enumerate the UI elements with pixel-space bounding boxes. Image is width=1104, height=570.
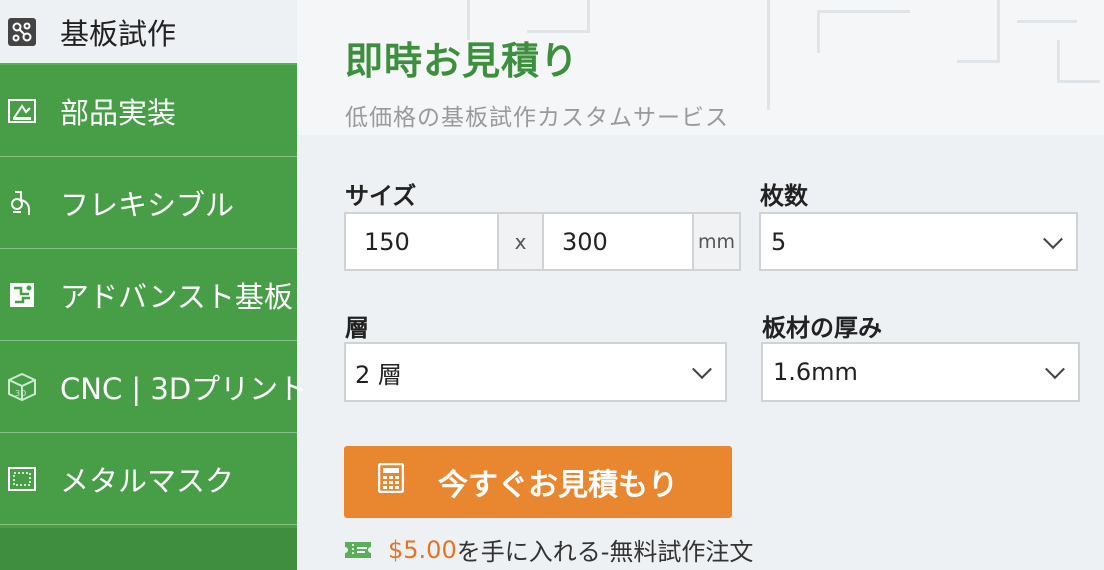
- sidebar-item-advanced-pcb[interactable]: アドバンスト基板: [0, 249, 297, 341]
- coupon-icon: [344, 541, 372, 559]
- thickness-select[interactable]: 1.6mm: [761, 342, 1080, 402]
- sidebar-item-label: メタルマスク: [60, 463, 235, 498]
- height-input[interactable]: 300: [542, 212, 694, 271]
- sidebar-item-pcb-prototype[interactable]: 基板試作: [0, 0, 297, 65]
- advanced-pcb-icon: [6, 279, 38, 311]
- promo-text: を手に入れる-無料試作注文: [456, 538, 754, 566]
- thickness-label: 板材の厚み: [762, 314, 882, 342]
- circuit-icon: [6, 16, 38, 48]
- sidebar-item-assembly[interactable]: 部品実装: [0, 65, 297, 157]
- chevron-down-icon: [1043, 228, 1063, 249]
- promo-link[interactable]: $5.00 を手に入れる-無料試作注文: [344, 532, 753, 567]
- sidebar-item-label: アドバンスト基板: [60, 279, 293, 314]
- promo-price: $5.00: [388, 535, 457, 564]
- stencil-icon: [6, 463, 38, 495]
- flex-cable-icon: [6, 187, 38, 219]
- instant-quote-label: 今すぐお見積もり: [438, 468, 678, 503]
- sidebar: 基板試作 部品実装 フレキシブル アドバンスト基板 3D CNC | 3Dプリン…: [0, 0, 307, 570]
- page-title: 即時お見積り: [345, 39, 580, 83]
- sidebar-item-label: フレキシブル: [60, 187, 235, 222]
- layers-label: 層: [345, 314, 369, 342]
- unit-addon: mm: [692, 212, 741, 271]
- quantity-value: 5: [771, 227, 787, 256]
- height-value: 300: [562, 227, 608, 256]
- sidebar-item-flexible[interactable]: フレキシブル: [0, 157, 297, 249]
- sidebar-footer: [0, 528, 297, 570]
- thickness-value: 1.6mm: [773, 358, 858, 386]
- chevron-down-icon: [1045, 359, 1065, 380]
- svg-text:3D: 3D: [15, 389, 26, 398]
- layers-select[interactable]: 2 層: [344, 342, 727, 402]
- sidebar-item-label: CNC | 3Dプリント: [60, 371, 308, 406]
- width-value: 150: [364, 227, 410, 256]
- chevron-down-icon: [692, 359, 712, 380]
- quote-panel: 即時お見積り 低価格の基板試作カスタムサービス サイズ 150 x 300 mm…: [297, 0, 1104, 570]
- layers-value: 2 層: [355, 360, 402, 389]
- sidebar-item-stencil[interactable]: メタルマスク: [0, 433, 297, 525]
- 3d-cube-icon: 3D: [6, 371, 38, 403]
- pick-and-place-icon: [6, 95, 38, 127]
- calculator-icon: [377, 462, 405, 501]
- sidebar-item-label: 部品実装: [60, 95, 177, 130]
- size-label: サイズ: [345, 182, 417, 210]
- sidebar-item-cnc-3d[interactable]: 3D CNC | 3Dプリント: [0, 341, 307, 433]
- quantity-label: 枚数: [760, 182, 808, 210]
- sidebar-item-label: 基板試作: [60, 16, 177, 51]
- width-input[interactable]: 150: [344, 212, 499, 271]
- page-subtitle: 低価格の基板試作カスタムサービス: [345, 105, 729, 131]
- instant-quote-button[interactable]: 今すぐお見積もり: [344, 446, 732, 518]
- size-separator: x: [497, 212, 544, 271]
- quantity-select[interactable]: 5: [759, 212, 1078, 271]
